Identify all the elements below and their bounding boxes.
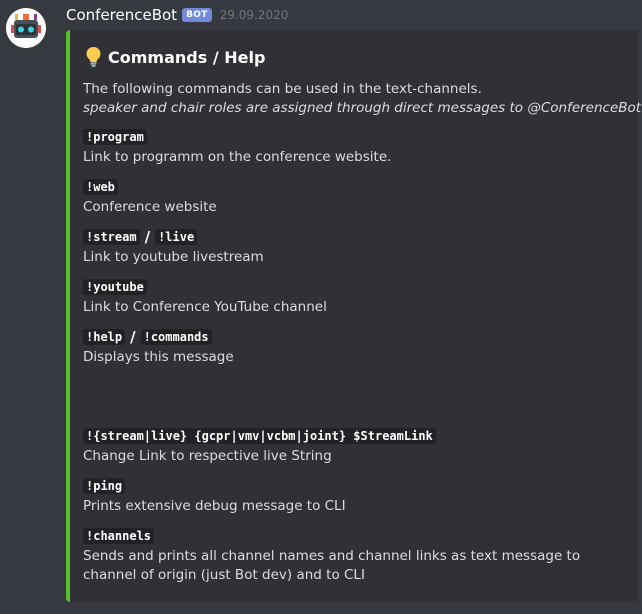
embed-field-channels: !channels Sends and prints all channel n… xyxy=(83,526,628,585)
embed-description: The following commands can be used in th… xyxy=(83,81,482,97)
separator: / xyxy=(130,327,136,346)
command-code: !live xyxy=(155,228,198,245)
command-code: !web xyxy=(83,178,118,195)
avatar[interactable] xyxy=(6,8,46,48)
embed-field-youtube: !youtube Link to Conference YouTube chan… xyxy=(83,277,327,317)
lightbulb-icon xyxy=(86,47,101,67)
command-code: !youtube xyxy=(83,278,147,295)
embed-field-help: !help / !commands Displays this message xyxy=(83,327,234,367)
field-value: Link to programm on the conference websi… xyxy=(83,149,392,165)
bot-tag: BOT xyxy=(182,8,212,22)
command-code: !help xyxy=(83,328,126,345)
command-code: !{stream|live} {gcpr|vmv|vcbm|joint} $St… xyxy=(83,427,436,444)
command-code: !ping xyxy=(83,477,126,494)
field-value: Link to youtube livestream xyxy=(83,249,264,265)
separator: / xyxy=(144,227,151,246)
command-code: !program xyxy=(83,128,147,145)
embed-description-note: speaker and chair roles are assigned thr… xyxy=(83,100,642,116)
embed-title: Commands / Help xyxy=(85,46,265,68)
embed-title-text: Commands / Help xyxy=(108,47,266,67)
command-code: !commands xyxy=(140,328,212,345)
field-value: Prints extensive debug message to CLI xyxy=(83,498,346,514)
embed: Commands / Help The following commands c… xyxy=(66,30,642,602)
robot-avatar-icon xyxy=(6,8,46,48)
command-code: !stream xyxy=(83,228,140,245)
embed-field-web: !web Conference website xyxy=(83,177,217,217)
timestamp[interactable]: 29.09.2020 xyxy=(220,8,289,22)
embed-field-program: !program Link to programm on the confere… xyxy=(83,127,391,167)
field-value: Sends and prints all channel names and c… xyxy=(83,548,581,583)
embed-field-stream: !stream / !live Link to youtube livestre… xyxy=(83,227,264,267)
command-code: !channels xyxy=(83,527,155,544)
embed-field-ping: !ping Prints extensive debug message to … xyxy=(83,476,346,516)
field-value: Displays this message xyxy=(83,349,234,365)
username[interactable]: ConferenceBot xyxy=(66,6,177,24)
field-value: Change Link to respective live String xyxy=(83,448,332,464)
field-value: Conference website xyxy=(83,199,217,215)
field-value: Link to Conference YouTube channel xyxy=(83,299,327,315)
message-header: ConferenceBot BOT 29.09.2020 xyxy=(66,4,288,26)
embed-field-stream-link: !{stream|live} {gcpr|vmv|vcbm|joint} $St… xyxy=(83,426,436,466)
